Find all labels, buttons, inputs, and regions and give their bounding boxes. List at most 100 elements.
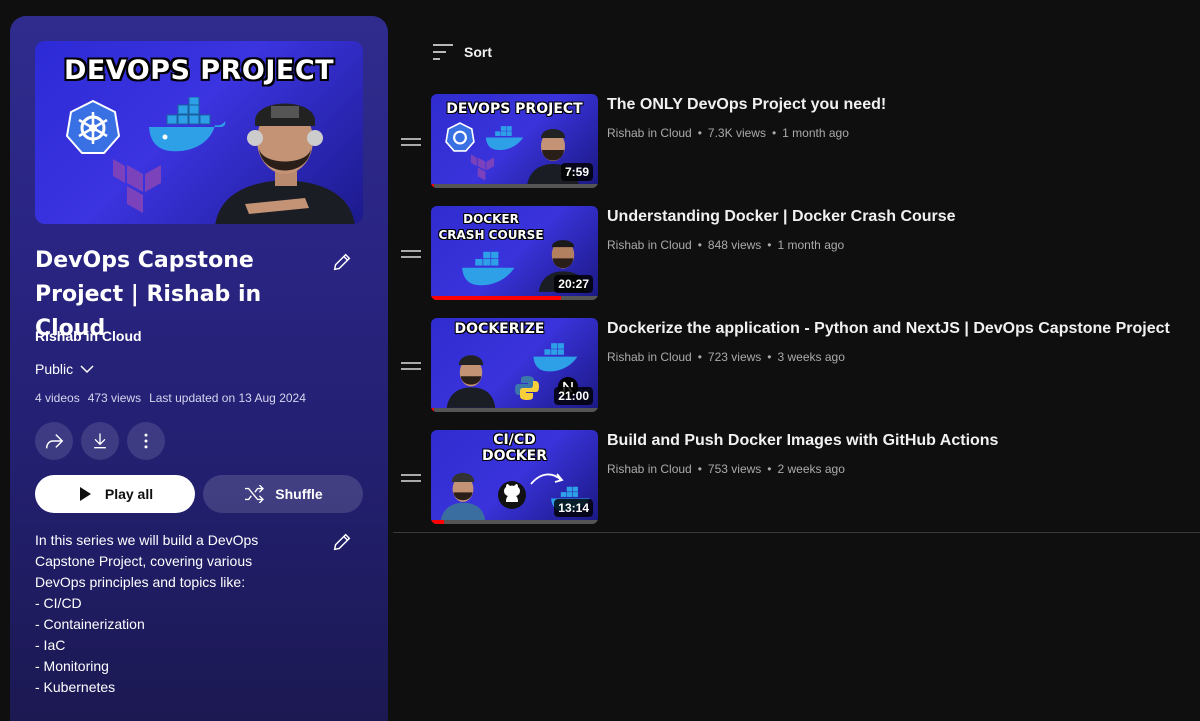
sort-button[interactable]: Sort — [432, 43, 492, 61]
video-meta: Rishab in Cloud • 848 views • 1 month ag… — [607, 238, 844, 252]
thumbnail-text: DOCKER — [463, 212, 519, 226]
play-icon — [79, 487, 91, 501]
shuffle-label: Shuffle — [275, 486, 323, 502]
privacy-dropdown[interactable]: Public — [35, 361, 95, 377]
description-line: DevOps principles and topics like: — [35, 574, 246, 590]
thumbnail-text: DEVOPS PROJECT — [446, 101, 583, 117]
channel-name[interactable]: Rishab in Cloud — [607, 350, 692, 364]
shuffle-button[interactable]: Shuffle — [203, 475, 363, 513]
python-logo-icon — [515, 376, 539, 400]
description-line: - IaC — [35, 637, 66, 653]
kubernetes-logo-icon — [65, 99, 121, 154]
thumbnail-text: DOCKERIZE — [454, 321, 545, 337]
video-title[interactable]: Build and Push Docker Images with GitHub… — [607, 432, 998, 450]
playlist-video-item[interactable]: DEVOPS PROJECT 7:59 The ONLY DevOps Proj… — [393, 94, 1200, 198]
description-line: - CI/CD — [35, 595, 82, 611]
video-title[interactable]: Understanding Docker | Docker Crash Cour… — [607, 208, 956, 226]
video-views: 753 views — [707, 462, 762, 476]
video-thumbnail[interactable]: DOCKER CRASH COURSE 20:27 — [431, 206, 598, 300]
edit-description-button[interactable] — [328, 528, 356, 556]
playlist-views: 473 views — [87, 391, 142, 405]
playlist-video-item[interactable]: DOCKER CRASH COURSE 20:27 Understanding … — [393, 206, 1200, 310]
video-title[interactable]: Dockerize the application - Python and N… — [607, 320, 1170, 338]
docker-logo-icon — [485, 126, 524, 151]
meta-separator: • — [697, 238, 702, 252]
presenter-photo — [440, 472, 486, 522]
play-all-label: Play all — [104, 486, 154, 502]
video-meta: Rishab in Cloud • 7.3K views • 1 month a… — [607, 126, 849, 140]
description-line: In this series we will build a DevOps — [35, 532, 259, 548]
watch-progress-bar — [431, 296, 598, 300]
list-divider — [393, 532, 1200, 533]
more-actions-button[interactable] — [127, 422, 165, 460]
play-all-button[interactable]: Play all — [35, 475, 195, 513]
video-duration: 7:59 — [560, 163, 593, 181]
shuffle-icon — [245, 485, 265, 503]
channel-name[interactable]: Rishab in Cloud — [607, 462, 692, 476]
watch-progress-bar — [431, 520, 598, 524]
watch-progress-bar — [431, 184, 598, 188]
video-duration: 21:00 — [554, 387, 593, 405]
description-line: Capstone Project, covering various — [35, 553, 253, 569]
video-count: 4 videos — [35, 391, 80, 405]
playlist-description: In this series we will build a DevOps Ca… — [35, 530, 305, 698]
video-title[interactable]: The ONLY DevOps Project you need! — [607, 96, 886, 114]
terraform-logo-icon — [113, 159, 161, 213]
video-age: 3 weeks ago — [777, 350, 845, 364]
docker-logo-icon — [462, 251, 515, 286]
chevron-down-icon — [80, 365, 94, 374]
watch-progress-fill — [431, 184, 435, 188]
thumbnail-text: DOCKER — [482, 448, 547, 464]
watch-progress-fill — [431, 408, 435, 412]
video-duration: 20:27 — [554, 275, 593, 293]
video-age: 1 month ago — [782, 126, 849, 140]
meta-separator: • — [697, 126, 702, 140]
meta-separator: • — [771, 126, 777, 140]
presenter-photo — [215, 103, 355, 224]
sort-icon — [433, 44, 453, 60]
drag-handle-icon[interactable] — [401, 362, 421, 374]
playlist-thumbnail-text: DEVOPS PROJECT — [63, 55, 335, 86]
video-views: 848 views — [707, 238, 762, 252]
playlist-stats: 4 videos 473 views Last updated on 13 Au… — [35, 391, 306, 405]
share-button[interactable] — [35, 422, 73, 460]
download-icon — [94, 433, 106, 449]
description-line: - Containerization — [35, 616, 145, 632]
video-meta: Rishab in Cloud • 753 views • 2 weeks ag… — [607, 462, 845, 476]
meta-separator: • — [697, 462, 702, 476]
thumbnail-text: CI/CD — [493, 432, 536, 448]
video-thumbnail[interactable]: DEVOPS PROJECT 7:59 — [431, 94, 598, 188]
playlist-video-item[interactable]: CI/CD DOCKER 13:14 Build and Push Docker… — [393, 430, 1200, 534]
download-button[interactable] — [81, 422, 119, 460]
share-icon — [45, 434, 64, 449]
presenter-photo — [446, 355, 496, 408]
channel-name[interactable]: Rishab in Cloud — [607, 238, 692, 252]
privacy-value: Public — [35, 361, 74, 377]
playlist-video-item[interactable]: DOCKERIZE 21:00 Dockerize the applicatio… — [393, 318, 1200, 422]
watch-progress-bar — [431, 408, 598, 412]
pencil-icon — [333, 533, 351, 551]
video-views: 723 views — [707, 350, 762, 364]
meta-separator: • — [767, 238, 772, 252]
drag-handle-icon[interactable] — [401, 474, 421, 486]
edit-title-button[interactable] — [328, 248, 356, 276]
channel-name[interactable]: Rishab in Cloud — [607, 126, 692, 140]
drag-handle-icon[interactable] — [401, 250, 421, 262]
drag-handle-icon[interactable] — [401, 138, 421, 150]
playlist-owner-link[interactable]: Rishab in Cloud — [35, 328, 142, 344]
video-views: 7.3K views — [707, 126, 766, 140]
github-logo-icon — [498, 481, 526, 509]
watch-progress-fill — [431, 296, 562, 300]
docker-logo-icon — [533, 343, 578, 372]
video-meta: Rishab in Cloud • 723 views • 3 weeks ag… — [607, 350, 845, 364]
more-vert-icon — [144, 433, 148, 449]
terraform-logo-icon — [471, 154, 495, 181]
video-thumbnail[interactable]: DOCKERIZE 21:00 — [431, 318, 598, 412]
video-thumbnail[interactable]: CI/CD DOCKER 13:14 — [431, 430, 598, 524]
meta-separator: • — [697, 350, 702, 364]
description-line: - Monitoring — [35, 658, 109, 674]
meta-separator: • — [767, 350, 772, 364]
description-line: - Kubernetes — [35, 679, 116, 695]
playlist-thumbnail[interactable]: DEVOPS PROJECT — [35, 41, 363, 224]
video-age: 2 weeks ago — [777, 462, 845, 476]
